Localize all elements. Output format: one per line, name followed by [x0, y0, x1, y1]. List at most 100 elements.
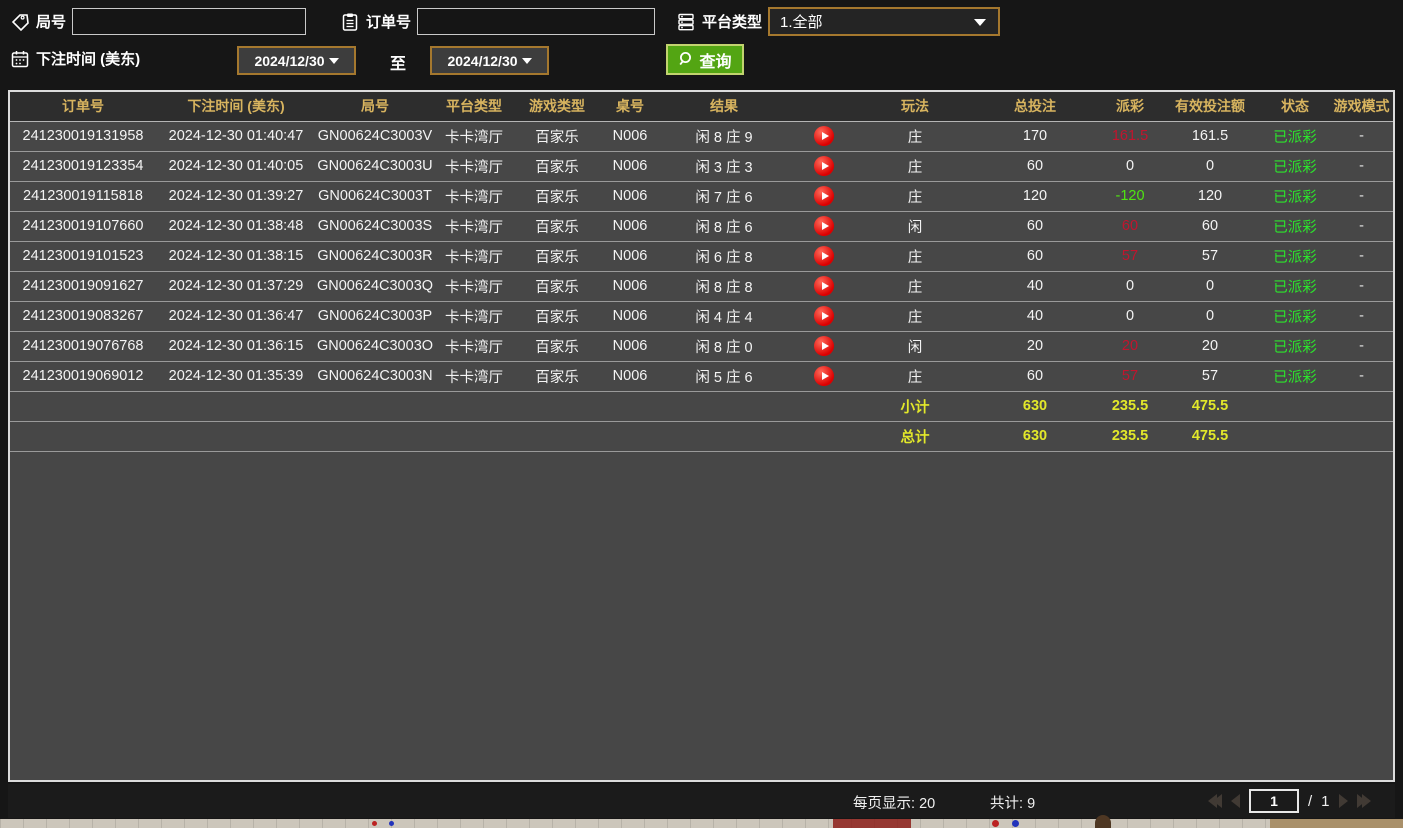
- subtotal-row: 小计 630 235.5 475.5: [10, 391, 1393, 421]
- cell-game-type: 百家乐: [514, 331, 600, 361]
- cell-order-no: 241230019091627: [10, 271, 156, 301]
- subtotal-valid-bet: 475.5: [1160, 391, 1260, 421]
- cell-platform: 卡卡湾厅: [434, 241, 514, 271]
- cell-bet-time: 2024-12-30 01:38:48: [156, 211, 316, 241]
- search-button-label: 查询: [699, 48, 731, 72]
- cell-valid-bet: 0: [1160, 151, 1260, 181]
- total-payout: 235.5: [1100, 421, 1160, 451]
- cell-platform: 卡卡湾厅: [434, 151, 514, 181]
- cell-game-mode: -: [1330, 331, 1393, 361]
- table-row: 241230019123354 2024-12-30 01:40:05 GN00…: [10, 151, 1393, 181]
- replay-icon[interactable]: [814, 366, 834, 386]
- cell-total-bet: 60: [970, 241, 1100, 271]
- cell-platform: 卡卡湾厅: [434, 271, 514, 301]
- cell-valid-bet: 57: [1160, 361, 1260, 391]
- date-to-select[interactable]: 2024/12/30: [430, 46, 549, 75]
- cell-valid-bet: 120: [1160, 181, 1260, 211]
- replay-icon[interactable]: [814, 276, 834, 296]
- header-play: 玩法: [860, 92, 970, 121]
- cell-play: 庄: [860, 181, 970, 211]
- cell-order-no: 241230019076768: [10, 331, 156, 361]
- cell-valid-bet: 0: [1160, 271, 1260, 301]
- cell-payout: 20: [1100, 331, 1160, 361]
- cell-game-type: 百家乐: [514, 181, 600, 211]
- cell-payout: 0: [1100, 151, 1160, 181]
- replay-icon[interactable]: [814, 306, 834, 326]
- header-payout: 派彩: [1100, 92, 1160, 121]
- order-no-filter: 订单号: [340, 8, 655, 35]
- cell-game-type: 百家乐: [514, 211, 600, 241]
- cell-table-no: N006: [600, 121, 660, 151]
- cell-valid-bet: 161.5: [1160, 121, 1260, 151]
- cell-play: 庄: [860, 301, 970, 331]
- total-valid-bet: 475.5: [1160, 421, 1260, 451]
- bet-history-table-container: 订单号 下注时间 (美东) 局号 平台类型 游戏类型 桌号 结果 玩法 总投注 …: [8, 90, 1395, 782]
- cell-status: 已派彩: [1260, 331, 1330, 361]
- cell-bet-time: 2024-12-30 01:36:47: [156, 301, 316, 331]
- header-valid-bet: 有效投注额: [1160, 92, 1260, 121]
- cell-table-no: N006: [600, 271, 660, 301]
- cell-status: 已派彩: [1260, 151, 1330, 181]
- subtotal-payout: 235.5: [1100, 391, 1160, 421]
- cell-game-type: 百家乐: [514, 241, 600, 271]
- cell-game-type: 百家乐: [514, 301, 600, 331]
- cell-payout: 57: [1100, 361, 1160, 391]
- replay-icon[interactable]: [814, 156, 834, 176]
- order-no-input[interactable]: [417, 8, 655, 35]
- cell-total-bet: 40: [970, 271, 1100, 301]
- cell-total-bet: 60: [970, 361, 1100, 391]
- replay-icon[interactable]: [814, 186, 834, 206]
- header-bet-time: 下注时间 (美东): [156, 92, 316, 121]
- first-page-icon[interactable]: [1208, 794, 1222, 808]
- prev-page-icon[interactable]: [1231, 794, 1240, 808]
- replay-icon[interactable]: [814, 216, 834, 236]
- replay-icon[interactable]: [814, 246, 834, 266]
- header-total-bet: 总投注: [970, 92, 1100, 121]
- pagination-bar: 每页显示: 20 共计: 9 / 1: [8, 784, 1395, 818]
- cell-bet-time: 2024-12-30 01:36:15: [156, 331, 316, 361]
- cell-result: 闲 5 庄 6: [660, 361, 788, 391]
- table-row: 241230019069012 2024-12-30 01:35:39 GN00…: [10, 361, 1393, 391]
- table-row: 241230019115818 2024-12-30 01:39:27 GN00…: [10, 181, 1393, 211]
- cell-game-mode: -: [1330, 181, 1393, 211]
- cell-result: 闲 6 庄 8: [660, 241, 788, 271]
- page-number-input[interactable]: [1249, 789, 1299, 813]
- cell-round-no: GN00624C3003V: [316, 121, 434, 151]
- date-from-value: 2024/12/30: [254, 53, 324, 69]
- cell-play: 庄: [860, 271, 970, 301]
- server-icon: [676, 12, 696, 32]
- cell-result: 闲 8 庄 9: [660, 121, 788, 151]
- cell-replay: [788, 181, 860, 211]
- cell-order-no: 241230019131958: [10, 121, 156, 151]
- background-game-strip: [0, 819, 1403, 828]
- roadmap-blue-dot: [389, 821, 394, 826]
- platform-type-select[interactable]: 1.全部: [768, 7, 1000, 36]
- header-result: 结果: [660, 92, 788, 121]
- cell-game-mode: -: [1330, 301, 1393, 331]
- cell-result: 闲 4 庄 4: [660, 301, 788, 331]
- cell-total-bet: 60: [970, 211, 1100, 241]
- cell-game-mode: -: [1330, 121, 1393, 151]
- last-page-icon[interactable]: [1357, 794, 1371, 808]
- search-button[interactable]: 查询: [666, 44, 744, 75]
- cell-game-type: 百家乐: [514, 271, 600, 301]
- total-total-bet: 630: [970, 421, 1100, 451]
- platform-type-value: 1.全部: [780, 11, 823, 32]
- next-page-icon[interactable]: [1339, 794, 1348, 808]
- bet-time-label: 下注时间 (美东): [36, 48, 140, 69]
- cell-play: 庄: [860, 151, 970, 181]
- cell-order-no: 241230019101523: [10, 241, 156, 271]
- cell-result: 闲 3 庄 3: [660, 151, 788, 181]
- date-from-select[interactable]: 2024/12/30: [237, 46, 356, 75]
- order-no-label: 订单号: [366, 11, 411, 32]
- replay-icon[interactable]: [814, 336, 834, 356]
- cell-order-no: 241230019123354: [10, 151, 156, 181]
- replay-icon[interactable]: [814, 126, 834, 146]
- filter-bar: 局号 订单号 平台类型 1.全部 下注时间 (美东): [0, 0, 1403, 88]
- roadmap-red-dot: [372, 821, 377, 826]
- cell-replay: [788, 151, 860, 181]
- round-id-input[interactable]: [72, 8, 306, 35]
- cell-total-bet: 60: [970, 151, 1100, 181]
- cell-round-no: GN00624C3003O: [316, 331, 434, 361]
- cell-platform: 卡卡湾厅: [434, 301, 514, 331]
